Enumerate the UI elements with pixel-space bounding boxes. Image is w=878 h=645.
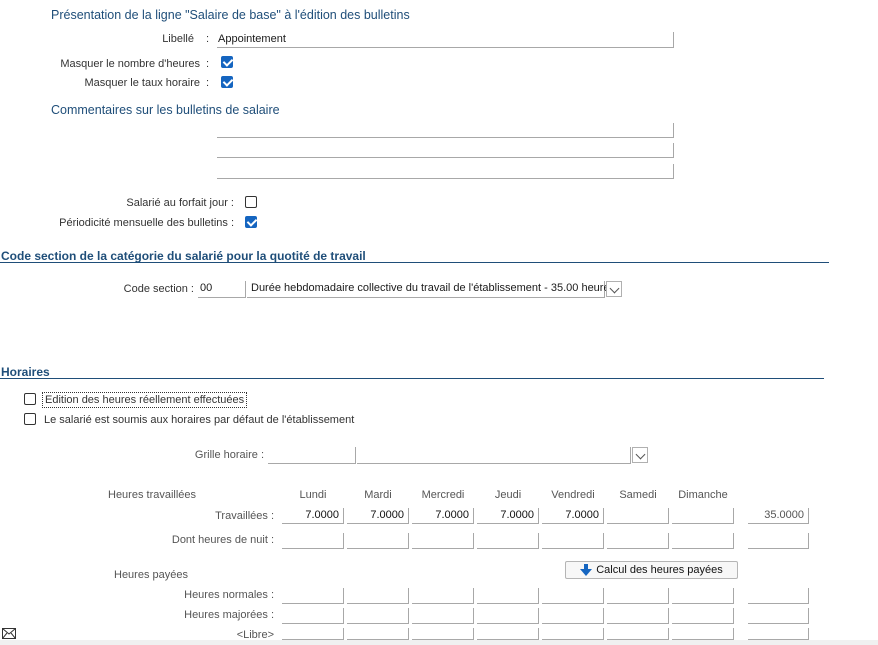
libre-jeudi[interactable] xyxy=(477,628,539,640)
chevron-down-icon xyxy=(609,283,620,294)
soumis-horaires-label: Le salarié est soumis aux horaires par d… xyxy=(44,414,355,426)
edition-heures-label[interactable]: Edition des heures réellement effectuées xyxy=(42,392,248,408)
nuit-total xyxy=(748,533,809,549)
code-section-label: Code section : xyxy=(123,283,194,295)
comment-line-1[interactable] xyxy=(217,123,674,138)
forfait-checkbox[interactable] xyxy=(245,196,257,208)
heures-travaillees-label: Heures travaillées xyxy=(108,489,197,501)
normales-mardi[interactable] xyxy=(347,588,409,604)
nuit-dimanche[interactable] xyxy=(672,533,734,549)
row-nuit-label: Dont heures de nuit : xyxy=(171,534,274,546)
chevron-down-icon xyxy=(635,449,646,460)
soumis-horaires-checkbox[interactable] xyxy=(24,413,36,425)
code-section-divider xyxy=(0,262,829,263)
day-header-samedi: Samedi xyxy=(619,489,657,501)
travaillees-samedi[interactable] xyxy=(607,508,669,524)
calcul-heures-payees-button[interactable]: Calcul des heures payées xyxy=(565,561,738,579)
libre-samedi[interactable] xyxy=(607,628,669,640)
day-header-lundi: Lundi xyxy=(299,489,327,501)
majorees-samedi[interactable] xyxy=(607,608,669,624)
libelle-input[interactable]: Appointement xyxy=(217,32,674,48)
code-section-dropdown[interactable] xyxy=(606,281,622,297)
periodicite-checkbox[interactable] xyxy=(245,216,257,228)
nuit-mercredi[interactable] xyxy=(412,533,474,549)
row-normales-label: Heures normales : xyxy=(184,589,274,601)
majorees-vendredi[interactable] xyxy=(542,608,604,624)
arrow-down-icon xyxy=(580,564,593,576)
heures-payees-label: Heures payées xyxy=(114,569,188,581)
normales-dimanche[interactable] xyxy=(672,588,734,604)
normales-vendredi[interactable] xyxy=(542,588,604,604)
code-section-code-input[interactable]: 00 xyxy=(198,281,246,298)
grille-horaire-code[interactable] xyxy=(268,447,356,464)
nuit-mardi[interactable] xyxy=(347,533,409,549)
masquer-taux-colon: : xyxy=(206,77,210,89)
normales-total xyxy=(748,588,809,604)
travaillees-lundi[interactable]: 7.0000 xyxy=(282,508,344,524)
day-header-jeudi: Jeudi xyxy=(494,489,522,501)
forfait-label: Salarié au forfait jour : xyxy=(126,197,234,209)
travaillees-dimanche[interactable] xyxy=(672,508,734,524)
libre-dimanche[interactable] xyxy=(672,628,734,640)
nuit-samedi[interactable] xyxy=(607,533,669,549)
nuit-vendredi[interactable] xyxy=(542,533,604,549)
libelle-value: Appointement xyxy=(218,33,286,45)
libre-lundi[interactable] xyxy=(282,628,344,640)
majorees-dimanche[interactable] xyxy=(672,608,734,624)
row-majorees-label: Heures majorées : xyxy=(184,609,274,621)
majorees-total xyxy=(748,608,809,624)
nuit-lundi[interactable] xyxy=(282,533,344,549)
majorees-jeudi[interactable] xyxy=(477,608,539,624)
travaillees-total: 35.0000 xyxy=(748,508,809,524)
code-section-title: Code section de la catégorie du salarié … xyxy=(1,249,366,263)
libre-total xyxy=(748,628,809,640)
normales-samedi[interactable] xyxy=(607,588,669,604)
normales-lundi[interactable] xyxy=(282,588,344,604)
comment-line-2[interactable] xyxy=(217,143,674,158)
comment-line-3[interactable] xyxy=(217,164,674,179)
code-section-description-text: Durée hebdomadaire collective du travail… xyxy=(251,282,616,294)
edition-heures-checkbox[interactable] xyxy=(24,393,36,405)
majorees-lundi[interactable] xyxy=(282,608,344,624)
periodicite-label: Périodicité mensuelle des bulletins : xyxy=(59,217,234,229)
travaillees-jeudi[interactable]: 7.0000 xyxy=(477,508,539,524)
masquer-heures-colon: : xyxy=(206,58,210,70)
travaillees-mardi[interactable]: 7.0000 xyxy=(347,508,409,524)
libre-mercredi[interactable] xyxy=(412,628,474,640)
libre-vendredi[interactable] xyxy=(542,628,604,640)
day-header-dimanche: Dimanche xyxy=(678,489,728,501)
horaires-title: Horaires xyxy=(1,365,50,379)
grille-horaire-description xyxy=(357,447,631,464)
majorees-mercredi[interactable] xyxy=(412,608,474,624)
masquer-taux-label: Masquer le taux horaire xyxy=(84,77,200,89)
day-header-vendredi: Vendredi xyxy=(551,489,595,501)
calcul-heures-payees-label: Calcul des heures payées xyxy=(596,564,723,576)
bottom-status-strip xyxy=(0,640,878,645)
libre-mardi[interactable] xyxy=(347,628,409,640)
code-section-code-value: 00 xyxy=(200,282,213,294)
nuit-jeudi[interactable] xyxy=(477,533,539,549)
libelle-colon: : xyxy=(206,33,210,45)
normales-jeudi[interactable] xyxy=(477,588,539,604)
grille-horaire-dropdown[interactable] xyxy=(632,447,648,463)
row-travaillees-label: Travaillées : xyxy=(215,510,274,522)
horaires-divider xyxy=(0,378,824,379)
grille-horaire-label: Grille horaire : xyxy=(194,449,264,461)
day-header-mercredi: Mercredi xyxy=(421,489,465,501)
normales-mercredi[interactable] xyxy=(412,588,474,604)
envelope-icon[interactable] xyxy=(2,628,16,640)
masquer-heures-checkbox[interactable] xyxy=(221,56,233,68)
travaillees-mercredi[interactable]: 7.0000 xyxy=(412,508,474,524)
masquer-heures-label: Masquer le nombre d'heures xyxy=(60,58,200,70)
libelle-label: Libellé xyxy=(162,33,194,45)
comments-section-title: Commentaires sur les bulletins de salair… xyxy=(51,103,280,117)
travaillees-vendredi[interactable]: 7.0000 xyxy=(542,508,604,524)
masquer-taux-checkbox[interactable] xyxy=(221,76,233,88)
bulletin-section-title: Présentation de la ligne "Salaire de bas… xyxy=(51,8,410,22)
day-header-mardi: Mardi xyxy=(364,489,392,501)
majorees-mardi[interactable] xyxy=(347,608,409,624)
code-section-description: Durée hebdomadaire collective du travail… xyxy=(247,281,615,298)
